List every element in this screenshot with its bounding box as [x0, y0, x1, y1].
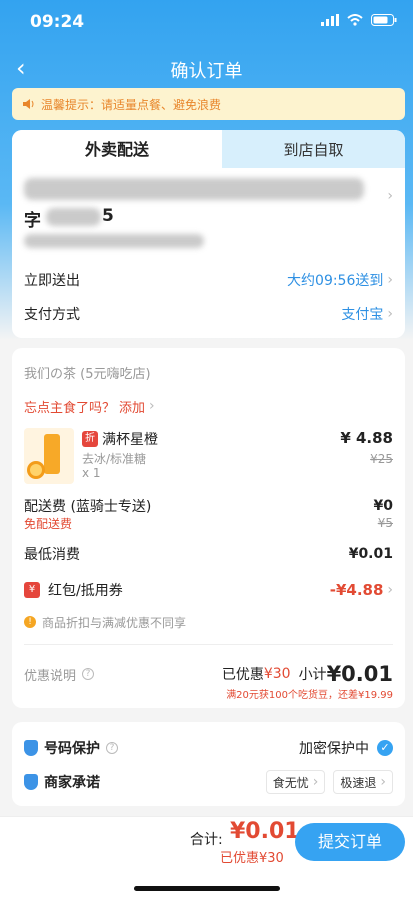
chevron-right-icon: › — [387, 272, 393, 288]
payment-row[interactable]: 支付方式 支付宝 › — [24, 302, 393, 326]
order-card: 我们の茶 (5元嗨吃店) 忘点主食了吗？ 添加 › 折 满杯星橙 去冰/标准糖 … — [12, 348, 405, 708]
item-price: ¥ 4.88 — [340, 429, 393, 447]
order-item: 折 满杯星橙 去冰/标准糖 x 1 ¥ 4.88 ¥25 — [24, 428, 393, 486]
notice-row: ! 商品折扣与满减优惠不同享 — [24, 610, 393, 634]
battery-icon — [371, 14, 397, 26]
number-protect-status: 加密保护中 — [299, 741, 369, 757]
help-icon[interactable]: ? — [106, 742, 118, 754]
shield-icon — [24, 774, 38, 790]
item-spec: 去冰/标准糖 — [82, 452, 147, 466]
tag-food-safety[interactable]: 食无忧 › — [265, 770, 326, 794]
total-value: ¥0.01 — [230, 819, 300, 844]
delivery-fee-value: ¥0 — [373, 498, 393, 514]
signal-icon — [321, 14, 339, 26]
shield-icon — [24, 740, 38, 756]
status-time: 09:24 — [30, 12, 85, 32]
drink-image — [24, 428, 74, 484]
nav-bar: ‹ 确认订单 — [0, 48, 413, 88]
delivery-time-row[interactable]: 立即送出 大约09:56送到 › — [24, 268, 393, 292]
speaker-icon — [23, 99, 34, 109]
page-title: 确认订单 — [170, 61, 243, 82]
total-label: 合计: — [190, 832, 223, 848]
contact-redacted — [24, 234, 204, 248]
tab-pickup[interactable]: 到店自取 — [222, 130, 405, 168]
check-icon[interactable]: ✓ — [377, 740, 393, 756]
delivery-note-row: 免配送费 ¥5 — [24, 514, 393, 532]
min-order-value: ¥0.01 — [348, 546, 393, 562]
promo-text: 满20元获100个吃货豆，还差¥19.99 — [226, 690, 393, 701]
help-icon[interactable]: ? — [82, 668, 95, 680]
submit-order-button[interactable]: 提交订单 — [295, 823, 405, 861]
summary-row: 优惠说明 ? 已优惠 ¥30 小计 ¥0.01 — [24, 660, 393, 688]
tab-delivery[interactable]: 外卖配送 — [12, 130, 222, 168]
coupon-value: -¥4.88 — [329, 581, 384, 599]
merchant-promise-row: 商家承诺 食无忧 › 极速退 › — [24, 770, 393, 794]
delivery-fee-label: 配送费 (蓝骑士专送) — [24, 499, 152, 515]
notice-text: 商品折扣与满减优惠不同享 — [42, 615, 187, 630]
shop-name: 我们の茶 (5元嗨吃店) — [24, 366, 151, 382]
merchant-promise-label: 商家承诺 — [44, 775, 100, 791]
shop-name-row: 我们の茶 (5元嗨吃店) — [24, 360, 393, 384]
add-link[interactable]: 添加 — [119, 397, 145, 416]
coupon-row[interactable]: ¥ 红包/抵用券 -¥4.88 › — [24, 578, 393, 602]
subtotal-value: ¥0.01 — [326, 662, 393, 686]
discount-info-label: 优惠说明 — [24, 668, 77, 684]
discount-badge: 折 — [82, 431, 98, 447]
tip-text: 温馨提示：请适量点餐、避免浪费 — [41, 97, 222, 112]
home-indicator — [134, 886, 280, 891]
wifi-icon — [347, 14, 363, 26]
number-protect-row: 号码保护 ? 加密保护中 ✓ — [24, 736, 393, 760]
min-order-label: 最低消费 — [24, 547, 80, 563]
payment-value: 支付宝 — [341, 307, 384, 323]
min-order-row: 最低消费 ¥0.01 — [24, 542, 393, 566]
info-icon: ! — [24, 616, 36, 628]
suggestion-row[interactable]: 忘点主食了吗？ 添加 › — [24, 394, 393, 418]
discounted-value: ¥30 — [263, 666, 291, 682]
subtotal-label: 小计 — [298, 667, 327, 683]
item-qty: x 1 — [82, 466, 101, 480]
address-line-1-redacted — [24, 178, 364, 200]
address-line-2-prefix: 字 — [24, 211, 41, 231]
divider — [24, 644, 393, 645]
chevron-right-icon: › — [387, 582, 393, 598]
address-line-2-suffix: 5 — [102, 206, 114, 226]
delivery-time-label: 立即送出 — [24, 273, 80, 289]
chevron-right-icon: › — [149, 398, 155, 414]
payment-label: 支付方式 — [24, 307, 80, 323]
delivery-time-value: 大约09:56送到 — [287, 273, 384, 289]
item-name: 满杯星橙 — [102, 432, 158, 448]
coupon-label: 红包/抵用券 — [48, 583, 123, 599]
delivery-fee-note: 免配送费 — [24, 516, 73, 531]
item-original-price: ¥25 — [370, 452, 393, 466]
discounted-label: 已优惠 — [221, 667, 264, 683]
chevron-right-icon: › — [387, 306, 393, 322]
tab-bar: 到店自取 外卖配送 — [12, 130, 405, 168]
number-protect-label: 号码保护 — [44, 741, 100, 757]
forgot-text: 忘点主食了吗？ — [24, 400, 116, 416]
coupon-icon: ¥ — [24, 582, 40, 598]
protection-card: 号码保护 ? 加密保护中 ✓ 商家承诺 食无忧 › 极速退 › — [12, 722, 405, 806]
tag-fast-refund[interactable]: 极速退 › — [333, 770, 393, 794]
status-bar: 09:24 — [0, 10, 413, 36]
address-chevron-icon: › — [387, 188, 393, 204]
saved-amount: 已优惠¥30 — [220, 851, 284, 866]
delivery-card: 到店自取 外卖配送 字 5 › 立即送出 大约09:56送到 › 支付方式 支付宝… — [12, 130, 405, 338]
delivery-fee-original: ¥5 — [377, 516, 393, 530]
tip-banner: 温馨提示：请适量点餐、避免浪费 — [12, 88, 405, 120]
address-line-2-redacted — [46, 208, 101, 226]
